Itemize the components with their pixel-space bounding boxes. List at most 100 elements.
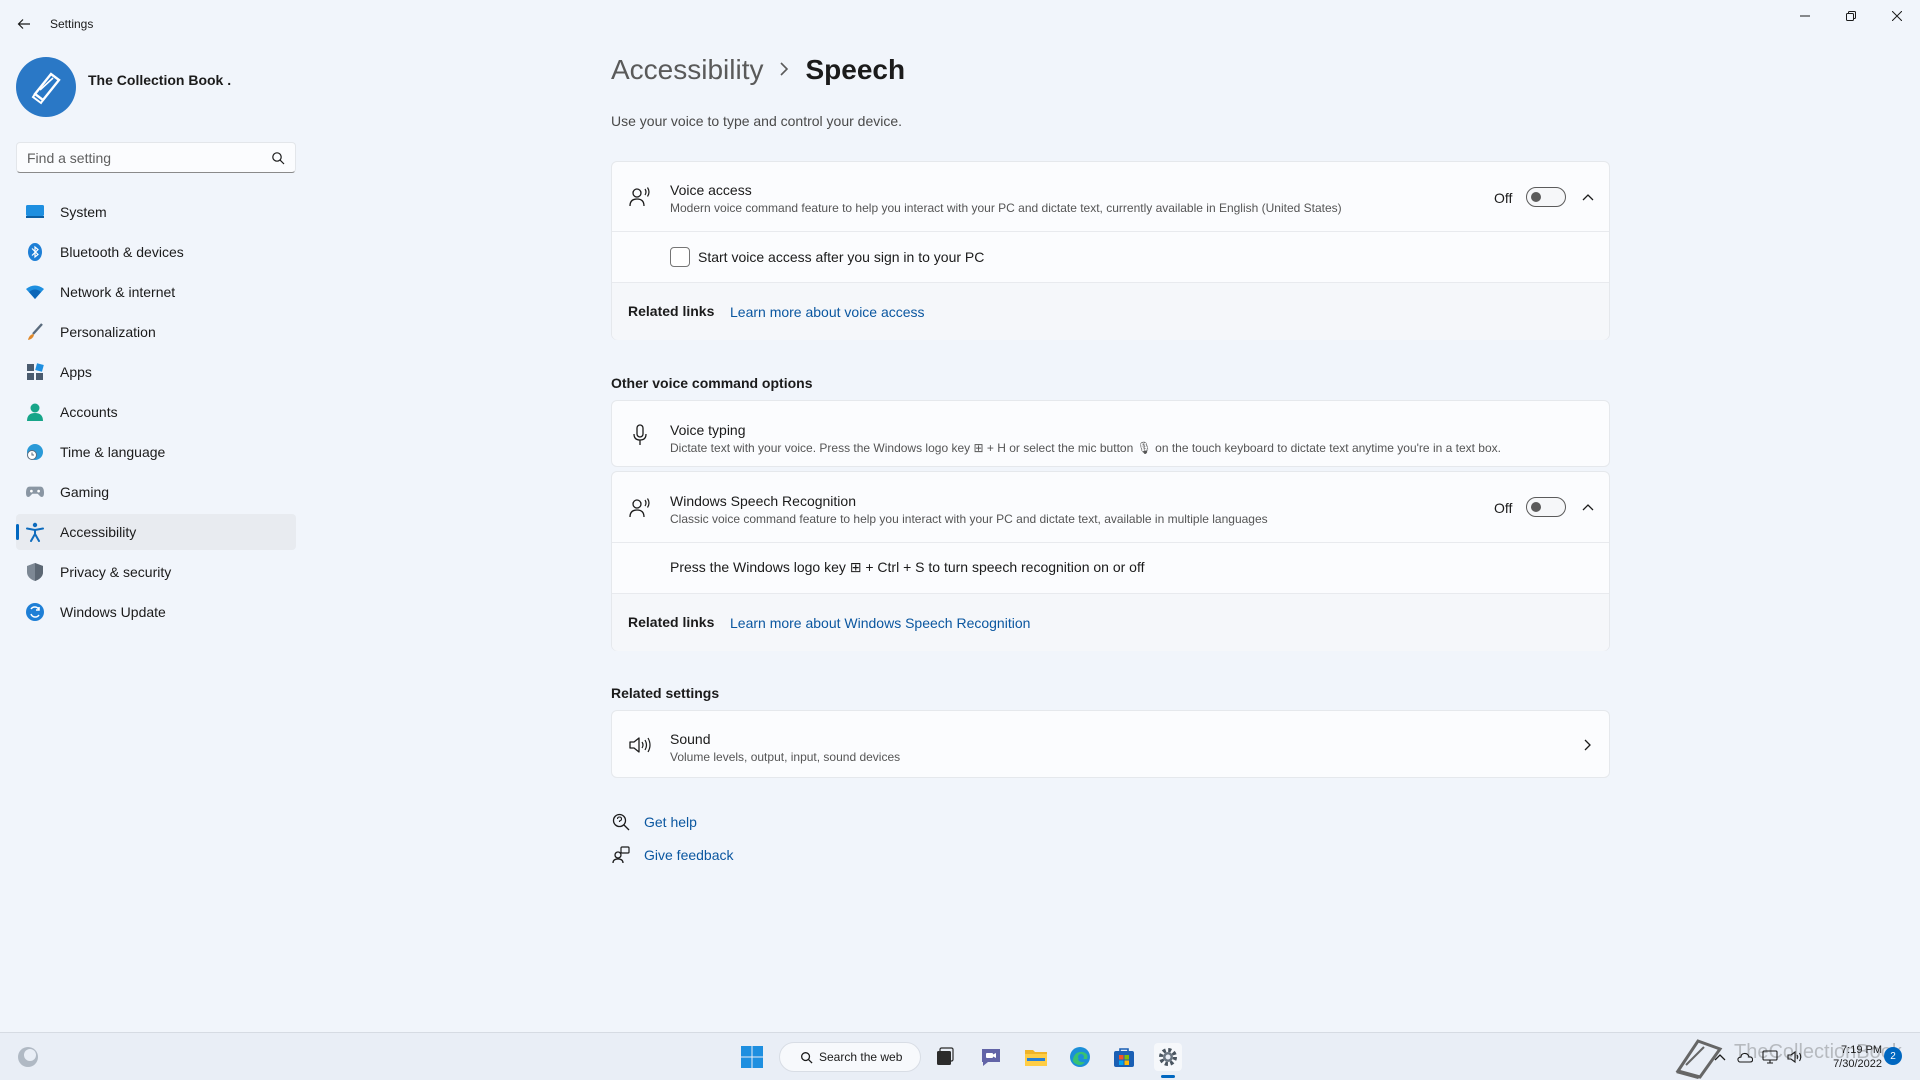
sidebar-item-bluetooth[interactable]: Bluetooth & devices — [16, 234, 296, 270]
search-box[interactable] — [16, 142, 296, 173]
active-app-indicator — [1161, 1075, 1175, 1078]
wifi-icon — [26, 283, 44, 301]
sidebar-item-label: Time & language — [60, 444, 166, 460]
sidebar-item-gaming[interactable]: Gaming — [16, 474, 296, 510]
voice-access-toggle[interactable] — [1526, 187, 1566, 207]
monitor-icon — [26, 203, 44, 221]
accessibility-icon — [26, 522, 44, 542]
store-icon[interactable] — [1110, 1043, 1138, 1071]
get-help-label: Get help — [644, 814, 697, 830]
file-explorer-icon[interactable] — [1022, 1043, 1050, 1071]
sidebar-item-accessibility[interactable]: Accessibility — [16, 514, 296, 550]
give-feedback-link[interactable]: Give feedback — [611, 845, 734, 865]
windows-logo-icon — [741, 1046, 763, 1068]
speech-recognition-toggle[interactable] — [1526, 497, 1566, 517]
sound-title: Sound — [670, 731, 711, 747]
brush-icon — [26, 323, 44, 341]
sidebar-item-label: Personalization — [60, 324, 156, 340]
taskbar: Search the web TheCollectionBook 7:19 PM… — [0, 1032, 1920, 1080]
taskbar-search[interactable]: Search the web — [779, 1042, 921, 1072]
related-settings-heading: Related settings — [611, 685, 720, 701]
voice-typing-card[interactable]: Voice typing Dictate text with your voic… — [611, 400, 1610, 467]
chevron-up-icon[interactable] — [1579, 498, 1597, 516]
page-subtitle: Use your voice to type and control your … — [611, 113, 903, 129]
speaker-icon — [628, 733, 652, 757]
voice-access-related-links: Related links Learn more about voice acc… — [612, 283, 1609, 340]
teams-chat-icon[interactable] — [977, 1043, 1005, 1071]
app-title: Settings — [50, 17, 94, 31]
sound-card[interactable]: Sound Volume levels, output, input, soun… — [611, 710, 1610, 778]
chevron-up-icon[interactable] — [1712, 1049, 1728, 1065]
clock-date: 7/30/2022 — [1833, 1058, 1882, 1070]
voice-access-startup-checkbox[interactable] — [670, 247, 690, 267]
sidebar-item-apps[interactable]: Apps — [16, 354, 296, 390]
learn-more-voice-access-link[interactable]: Learn more about voice access — [730, 304, 925, 320]
book-icon — [31, 72, 61, 105]
speech-recognition-description: Classic voice command feature to help yo… — [670, 512, 1268, 526]
chevron-up-icon[interactable] — [1579, 188, 1597, 206]
speech-recognition-icon — [628, 496, 652, 520]
sound-description: Volume levels, output, input, sound devi… — [670, 750, 901, 764]
edge-browser-icon[interactable] — [1066, 1043, 1094, 1071]
task-view-icon[interactable] — [931, 1043, 959, 1071]
voice-access-icon — [628, 185, 652, 209]
speech-recognition-shortcut-row: Press the Windows logo key ⊞ + Ctrl + S … — [612, 543, 1609, 593]
breadcrumb: Accessibility Speech — [611, 54, 905, 86]
sidebar-item-accounts[interactable]: Accounts — [16, 394, 296, 430]
back-arrow-icon — [17, 19, 30, 29]
related-links-label: Related links — [628, 303, 715, 319]
chevron-right-icon — [779, 60, 789, 81]
sidebar-item-label: Privacy & security — [60, 564, 172, 580]
notification-badge[interactable]: 2 — [1884, 1047, 1902, 1065]
breadcrumb-parent[interactable]: Accessibility — [611, 54, 763, 86]
widgets-icon[interactable] — [14, 1043, 42, 1071]
apps-icon — [26, 363, 44, 381]
sidebar-item-label: Bluetooth & devices — [60, 244, 184, 260]
speech-recognition-card: Windows Speech Recognition Classic voice… — [611, 471, 1610, 651]
give-feedback-label: Give feedback — [644, 847, 734, 863]
volume-icon[interactable] — [1787, 1049, 1803, 1065]
sidebar-item-personalization[interactable]: Personalization — [16, 314, 296, 350]
learn-more-speech-recognition-link[interactable]: Learn more about Windows Speech Recognit… — [730, 615, 1030, 631]
avatar[interactable] — [16, 57, 76, 117]
voice-access-startup-row: Start voice access after you sign in to … — [612, 232, 1609, 282]
sidebar-item-label: Accounts — [60, 404, 118, 420]
microphone-icon — [628, 423, 652, 447]
help-chat-icon — [611, 812, 631, 832]
bluetooth-icon — [26, 243, 44, 261]
voice-typing-description: Dictate text with your voice. Press the … — [670, 441, 1501, 455]
search-icon[interactable] — [271, 151, 285, 165]
voice-access-startup-label: Start voice access after you sign in to … — [698, 249, 985, 265]
sidebar-item-time-language[interactable]: Time & language — [16, 434, 296, 470]
voice-typing-title: Voice typing — [670, 422, 746, 438]
restore-button[interactable] — [1828, 0, 1874, 32]
speech-recognition-state: Off — [1494, 500, 1513, 516]
sidebar-item-privacy[interactable]: Privacy & security — [16, 554, 296, 590]
sidebar-nav: System Bluetooth & devices Network & int… — [16, 194, 296, 634]
chevron-right-icon — [1579, 736, 1597, 754]
feedback-icon — [611, 845, 631, 865]
clock[interactable]: 7:19 PM 7/30/2022 — [1822, 1043, 1882, 1071]
clock-time: 7:19 PM — [1841, 1044, 1882, 1056]
onedrive-icon[interactable] — [1737, 1049, 1753, 1065]
close-icon — [1892, 11, 1902, 21]
speech-recognition-title: Windows Speech Recognition — [670, 493, 856, 509]
sidebar-item-label: Network & internet — [60, 284, 176, 300]
speech-recognition-related-links: Related links Learn more about Windows S… — [612, 594, 1609, 651]
shield-icon — [26, 563, 44, 581]
speech-recognition-shortcut: Press the Windows logo key ⊞ + Ctrl + S … — [670, 559, 1145, 575]
search-input[interactable] — [27, 148, 267, 168]
network-status-icon[interactable] — [1762, 1049, 1778, 1065]
sidebar-item-windows-update[interactable]: Windows Update — [16, 594, 296, 630]
settings-app-icon[interactable] — [1154, 1043, 1182, 1071]
close-button[interactable] — [1874, 0, 1920, 32]
sidebar-item-label: Apps — [60, 364, 92, 380]
start-button[interactable] — [738, 1043, 766, 1071]
search-icon — [801, 1051, 813, 1064]
sidebar-item-network[interactable]: Network & internet — [16, 274, 296, 310]
back-button[interactable] — [12, 12, 36, 36]
get-help-link[interactable]: Get help — [611, 812, 697, 832]
minimize-button[interactable] — [1782, 0, 1828, 32]
sidebar-item-system[interactable]: System — [16, 194, 296, 230]
related-links-label: Related links — [628, 614, 715, 630]
